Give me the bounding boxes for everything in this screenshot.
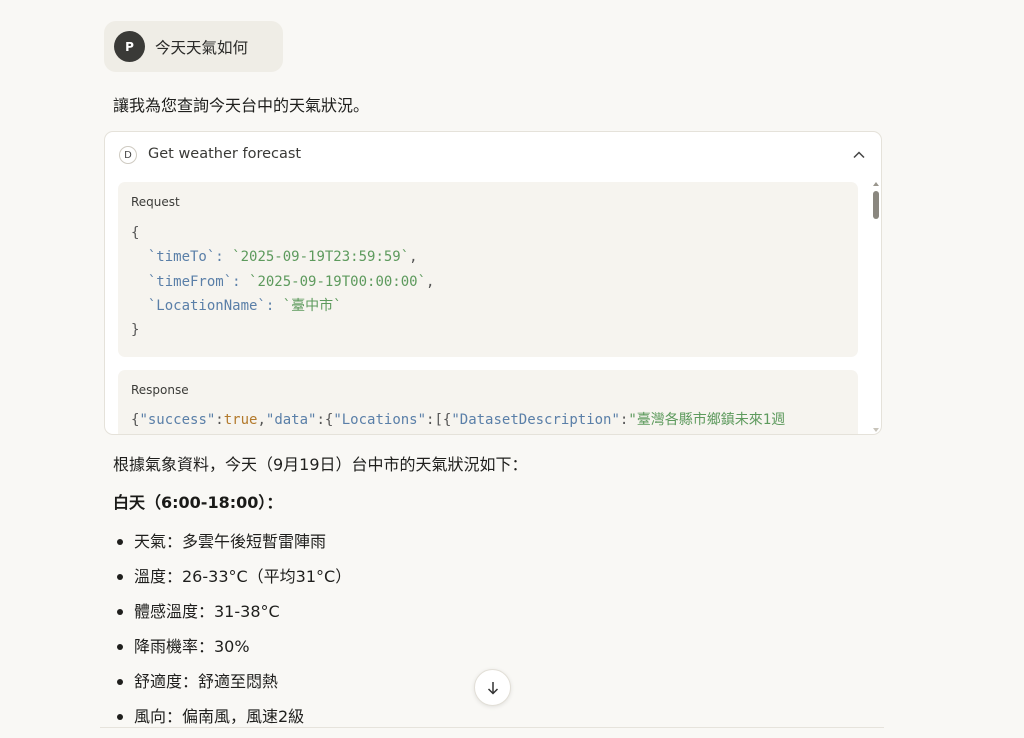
request-code-line: { <box>131 225 140 241</box>
arrow-down-icon <box>487 681 498 695</box>
scroll-down-arrow-icon[interactable] <box>873 428 879 432</box>
scroll-to-bottom-button[interactable] <box>474 669 511 706</box>
tool-call-card: D Get weather forecast Request { `timeTo… <box>104 131 882 435</box>
tool-call-title: Get weather forecast <box>148 146 302 162</box>
weather-summary-text: 根據氣象資料，今天（9月19日）台中市的天氣狀況如下： <box>113 455 528 474</box>
avatar: P <box>114 31 145 62</box>
tool-scrollbar[interactable] <box>872 180 880 434</box>
daytime-list: 天氣：多雲午後短暫雷陣雨 溫度：26-33°C（平均31°C） 體感溫度：31-… <box>113 528 351 738</box>
response-code-line: {"success":true,"data":{"Locations":[{"D… <box>131 412 786 428</box>
list-item: 風向：偏南風，風速2級 <box>113 703 351 738</box>
list-item: 天氣：多雲午後短暫雷陣雨 <box>113 528 351 563</box>
list-item: 舒適度：舒適至悶熱 <box>113 668 351 703</box>
response-code: {"success":true,"data":{"Locations":[{"D… <box>131 408 785 432</box>
list-item: 體感溫度：31-38°C <box>113 598 351 633</box>
response-label: Response <box>131 383 189 397</box>
scroll-up-arrow-icon[interactable] <box>873 182 879 186</box>
divider <box>100 727 884 728</box>
request-code-line: `timeTo`: `2025-09-19T23:59:59`, <box>147 249 418 266</box>
tool-badge: D <box>119 146 137 164</box>
user-message-text: 今天天氣如何 <box>155 38 249 57</box>
list-item: 降雨機率：30% <box>113 633 351 668</box>
request-label: Request <box>131 195 180 209</box>
daytime-section-title: 白天（6:00-18:00）： <box>113 493 283 512</box>
request-code-line: `timeFrom`: `2025-09-19T00:00:00`, <box>147 273 435 290</box>
request-code-line: `LocationName`: `臺中市` <box>147 297 342 314</box>
user-message-bubble: P 今天天氣如何 <box>104 21 283 72</box>
chevron-up-icon[interactable] <box>851 147 867 163</box>
assistant-intro-text: 讓我為您查詢今天台中的天氣狀況。 <box>113 96 370 115</box>
request-code-line: } <box>131 322 140 339</box>
request-block: Request { `timeTo`: `2025-09-19T23:59:59… <box>118 182 858 357</box>
tool-call-header[interactable]: D Get weather forecast <box>105 132 881 180</box>
scroll-thumb[interactable] <box>873 191 879 219</box>
request-code: { `timeTo`: `2025-09-19T23:59:59`, `time… <box>131 221 434 342</box>
response-block: Response {"success":true,"data":{"Locati… <box>118 370 858 434</box>
list-item: 溫度：26-33°C（平均31°C） <box>113 563 351 598</box>
